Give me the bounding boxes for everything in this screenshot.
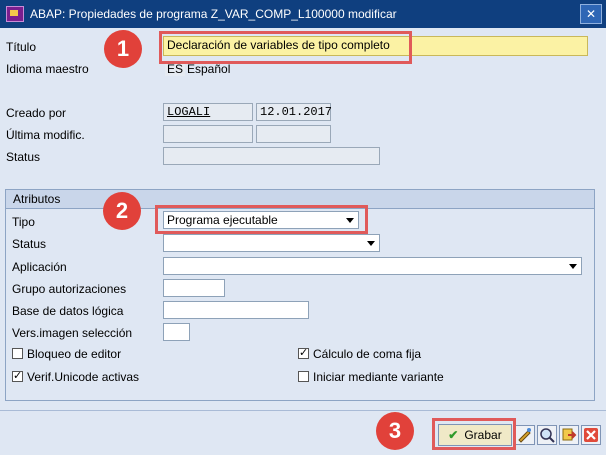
- unicode-label: Verif.Unicode activas: [27, 370, 140, 384]
- iniciar-label: Iniciar mediante variante: [313, 370, 444, 384]
- idioma-name: Español: [187, 62, 231, 76]
- highlight-titulo: [159, 31, 412, 64]
- calculo-label: Cálculo de coma fija: [313, 347, 422, 361]
- unicode-checkbox[interactable]: [12, 369, 23, 382]
- idioma-label: Idioma maestro: [6, 62, 89, 76]
- aplicacion-label: Aplicación: [12, 260, 67, 274]
- highlight-save: [432, 418, 516, 450]
- vers-input[interactable]: [163, 323, 190, 341]
- vers-label: Vers.imagen selección: [12, 326, 133, 340]
- base-input[interactable]: [163, 301, 309, 319]
- cancel-icon[interactable]: [581, 425, 601, 445]
- aplicacion-select[interactable]: [163, 257, 582, 275]
- calculo-checkbox[interactable]: [298, 346, 309, 359]
- bloqueo-checkbox[interactable]: [12, 348, 23, 359]
- idioma-code: ES: [165, 62, 186, 76]
- tipo-label: Tipo: [12, 215, 35, 229]
- status-label: Status: [6, 150, 41, 164]
- creado-user-field: LOGALI: [163, 103, 253, 121]
- grupo-label: Grupo autorizaciones: [12, 282, 127, 296]
- pencil-icon[interactable]: [515, 425, 535, 445]
- window-titlebar: ABAP: Propiedades de programa Z_VAR_COMP…: [0, 0, 606, 28]
- search-icon[interactable]: [537, 425, 557, 445]
- close-icon[interactable]: ✕: [580, 4, 602, 24]
- ultima-label: Última modific.: [6, 128, 85, 142]
- annotation-badge-1: 1: [104, 30, 142, 68]
- chevron-down-icon: [569, 264, 577, 269]
- ultima-user-field: [163, 125, 253, 143]
- chevron-down-icon: [367, 241, 375, 246]
- sap-app-icon: [6, 6, 24, 22]
- iniciar-checkbox[interactable]: [298, 371, 309, 382]
- status-field: [163, 147, 380, 165]
- bloqueo-label: Bloqueo de editor: [27, 347, 122, 361]
- ultima-date-field: [256, 125, 331, 143]
- creado-label: Creado por: [6, 106, 67, 120]
- annotation-badge-3: 3: [376, 412, 414, 450]
- atr-status-label: Status: [12, 237, 47, 251]
- base-label: Base de datos lógica: [12, 304, 124, 318]
- window-title: ABAP: Propiedades de programa Z_VAR_COMP…: [30, 7, 397, 21]
- atr-status-select[interactable]: [163, 234, 380, 252]
- grupo-input[interactable]: [163, 279, 225, 297]
- highlight-tipo: [155, 205, 368, 234]
- creado-date-field: 12.01.2017: [256, 103, 332, 121]
- annotation-badge-2: 2: [103, 192, 141, 230]
- titulo-label: Título: [6, 40, 37, 54]
- transfer-icon[interactable]: [559, 425, 579, 445]
